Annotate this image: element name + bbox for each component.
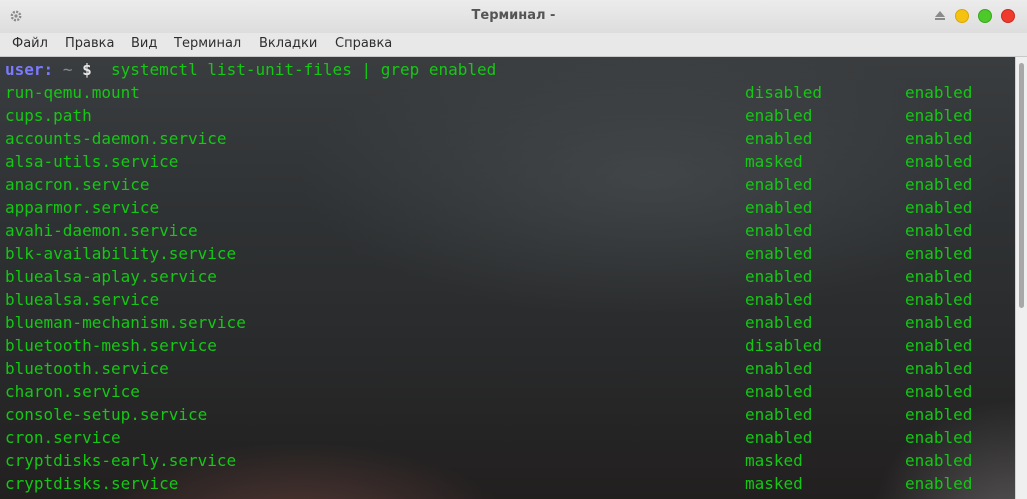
unit-name: apparmor.service: [5, 198, 160, 217]
prompt-command: systemctl list-unit-files | grep enabled: [111, 60, 497, 79]
unit-state: enabled: [745, 428, 813, 447]
unit-state: enabled: [745, 175, 813, 194]
unit-row: run-qemu.mount disabled enabled: [5, 81, 1015, 104]
unit-preset: enabled: [905, 474, 973, 493]
unit-preset: enabled: [905, 244, 973, 263]
unit-name: charon.service: [5, 382, 140, 401]
unit-name: bluetooth-mesh.service: [5, 336, 217, 355]
unit-name: cups.path: [5, 106, 92, 125]
unit-row: apparmor.service enabled enabled: [5, 196, 1015, 219]
unit-preset: enabled: [905, 83, 973, 102]
title-bar[interactable]: Терминал -: [0, 0, 1027, 34]
unit-preset: enabled: [905, 336, 973, 355]
unit-preset: enabled: [905, 175, 973, 194]
unit-state: disabled: [745, 83, 823, 102]
unit-state: enabled: [745, 382, 813, 401]
unit-state: masked: [745, 451, 803, 470]
unit-row: cups.path enabled enabled: [5, 104, 1015, 127]
minimize-button[interactable]: [955, 9, 969, 23]
unit-preset: enabled: [905, 359, 973, 378]
unit-row: accounts-daemon.service enabled enabled: [5, 127, 1015, 150]
unit-state: enabled: [745, 106, 813, 125]
unit-row: blueman-mechanism.service enabled enabled: [5, 311, 1015, 334]
unit-row: cryptdisks.service masked enabled: [5, 472, 1015, 495]
unit-row: bluealsa.service enabled enabled: [5, 288, 1015, 311]
unit-preset: enabled: [905, 405, 973, 424]
unit-preset: enabled: [905, 221, 973, 240]
unit-state: enabled: [745, 359, 813, 378]
unit-name: cron.service: [5, 428, 121, 447]
unit-preset: enabled: [905, 267, 973, 286]
unit-state: enabled: [745, 198, 813, 217]
unit-state: enabled: [745, 267, 813, 286]
unit-name: bluealsa.service: [5, 290, 160, 309]
maximize-button[interactable]: [978, 9, 992, 23]
unit-row: cryptdisks-early.service masked enabled: [5, 449, 1015, 472]
menu-edit[interactable]: Правка: [65, 36, 114, 52]
unit-state: enabled: [745, 244, 813, 263]
unit-name: bluealsa-aplay.service: [5, 267, 217, 286]
unit-name: console-setup.service: [5, 405, 208, 424]
unit-name: blk-availability.service: [5, 244, 237, 263]
close-button[interactable]: [1001, 9, 1015, 23]
terminal-output[interactable]: user: ~ $ systemctl list-unit-files | gr…: [0, 57, 1015, 499]
unit-row: anacron.service enabled enabled: [5, 173, 1015, 196]
prompt-user: user:: [5, 60, 54, 79]
unit-name: alsa-utils.service: [5, 152, 179, 171]
unit-preset: enabled: [905, 129, 973, 148]
unit-name: bluetooth.service: [5, 359, 169, 378]
unit-name: cryptdisks-early.service: [5, 451, 237, 470]
unit-state: masked: [745, 474, 803, 493]
unit-name: accounts-daemon.service: [5, 129, 227, 148]
menu-help[interactable]: Справка: [335, 36, 392, 52]
unit-state: enabled: [745, 405, 813, 424]
unit-row: bluetooth.service enabled enabled: [5, 357, 1015, 380]
unit-row: alsa-utils.service masked enabled: [5, 150, 1015, 173]
unit-preset: enabled: [905, 198, 973, 217]
unit-state: enabled: [745, 313, 813, 332]
unit-state: disabled: [745, 336, 823, 355]
shade-up-icon[interactable]: [935, 11, 945, 20]
unit-name: run-qemu.mount: [5, 83, 140, 102]
prompt-path: ~: [62, 60, 73, 79]
unit-preset: enabled: [905, 313, 973, 332]
unit-preset: enabled: [905, 106, 973, 125]
menu-tabs[interactable]: Вкладки: [259, 36, 317, 52]
unit-preset: enabled: [905, 290, 973, 309]
menu-view[interactable]: Вид: [131, 36, 157, 52]
unit-name: anacron.service: [5, 175, 150, 194]
unit-row: console-setup.service enabled enabled: [5, 403, 1015, 426]
scroll-thumb[interactable]: [1019, 63, 1024, 308]
menu-terminal[interactable]: Терминал: [174, 36, 241, 52]
unit-state: masked: [745, 152, 803, 171]
vertical-scrollbar[interactable]: [1015, 57, 1027, 499]
menu-bar: Файл Правка Вид Терминал Вкладки Справка: [0, 33, 1027, 57]
unit-row: bluealsa-aplay.service enabled enabled: [5, 265, 1015, 288]
unit-row: charon.service enabled enabled: [5, 380, 1015, 403]
window-title: Терминал -: [471, 8, 556, 23]
terminal-window: Терминал - Файл Правка Вид Терминал Вкла…: [0, 0, 1027, 499]
unit-name: avahi-daemon.service: [5, 221, 198, 240]
unit-row: bluetooth-mesh.service disabled enabled: [5, 334, 1015, 357]
unit-row: blk-availability.service enabled enabled: [5, 242, 1015, 265]
unit-state: enabled: [745, 221, 813, 240]
unit-name: blueman-mechanism.service: [5, 313, 246, 332]
unit-preset: enabled: [905, 382, 973, 401]
unit-row: cron.service enabled enabled: [5, 426, 1015, 449]
unit-preset: enabled: [905, 451, 973, 470]
prompt-symbol: $: [82, 60, 92, 79]
unit-name: cryptdisks.service: [5, 474, 179, 493]
menu-file[interactable]: Файл: [12, 36, 48, 52]
prompt-line: user: ~ $ systemctl list-unit-files | gr…: [5, 58, 1015, 81]
unit-preset: enabled: [905, 152, 973, 171]
unit-row: avahi-daemon.service enabled enabled: [5, 219, 1015, 242]
unit-preset: enabled: [905, 428, 973, 447]
unit-state: enabled: [745, 129, 813, 148]
unit-state: enabled: [745, 290, 813, 309]
